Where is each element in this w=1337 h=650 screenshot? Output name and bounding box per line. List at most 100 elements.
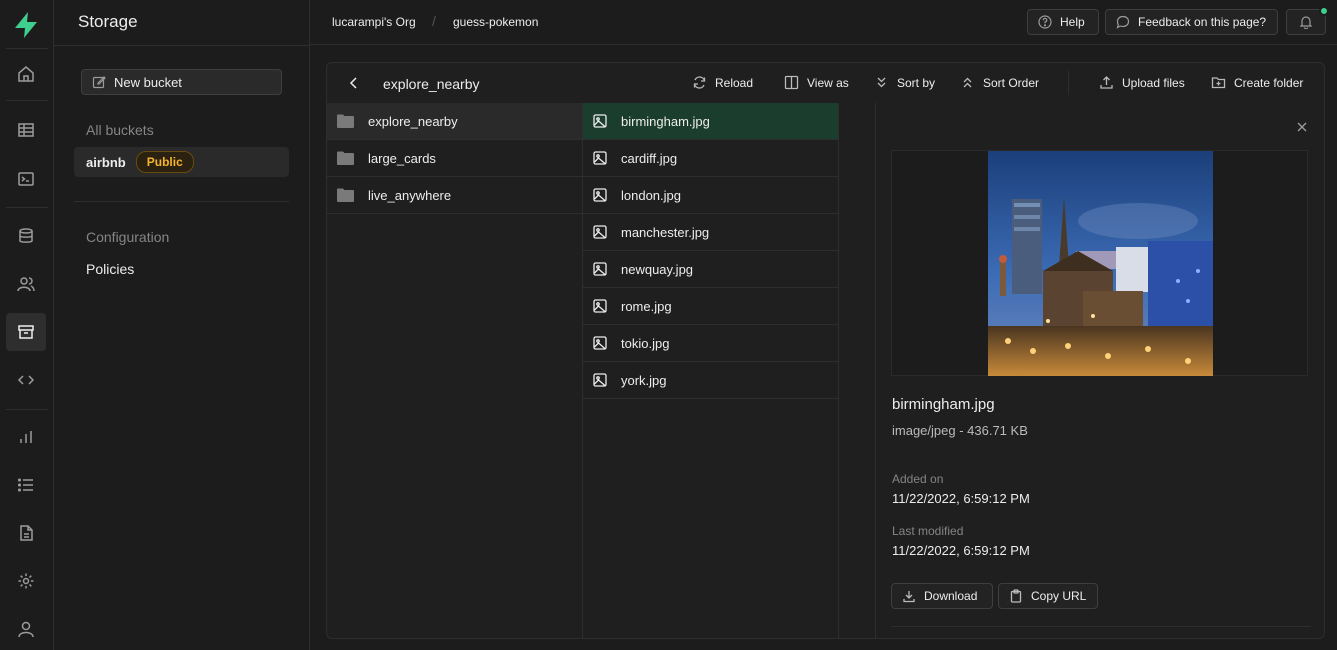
message-icon bbox=[1116, 15, 1130, 29]
create-folder-button[interactable]: Create folder bbox=[1211, 75, 1303, 90]
clipboard-icon bbox=[1009, 589, 1023, 603]
folder-name: live_anywhere bbox=[368, 187, 452, 203]
preview-divider bbox=[891, 626, 1311, 627]
section-title: Storage bbox=[78, 12, 138, 31]
image-file-icon bbox=[593, 336, 607, 350]
file-name: york.jpg bbox=[621, 372, 667, 388]
file-row[interactable]: york.jpg bbox=[583, 362, 838, 399]
notifications-button[interactable] bbox=[1286, 6, 1329, 35]
reports-icon[interactable] bbox=[6, 418, 46, 456]
settings-icon[interactable] bbox=[6, 562, 46, 600]
file-name: london.jpg bbox=[621, 187, 681, 203]
file-row[interactable]: newquay.jpg bbox=[583, 251, 838, 288]
breadcrumb-project[interactable]: guess-pokemon bbox=[453, 15, 538, 29]
home-icon[interactable] bbox=[6, 55, 46, 93]
file-name: tokio.jpg bbox=[621, 335, 670, 351]
sort-by-label: Sort by bbox=[897, 75, 936, 90]
download-button[interactable]: Download bbox=[891, 583, 993, 609]
user-icon[interactable] bbox=[6, 610, 46, 648]
folder-icon bbox=[337, 188, 354, 202]
rail-divider bbox=[6, 100, 48, 101]
storage-icon[interactable] bbox=[6, 313, 46, 351]
sidebar-divider bbox=[74, 201, 289, 202]
columns-icon bbox=[784, 75, 799, 90]
file-row[interactable]: cardiff.jpg bbox=[583, 140, 838, 177]
download-label: Download bbox=[924, 589, 978, 603]
file-row[interactable]: tokio.jpg bbox=[583, 325, 838, 362]
table-icon[interactable] bbox=[6, 111, 46, 149]
current-path: explore_nearby bbox=[383, 76, 480, 92]
bucket-item-airbnb[interactable]: airbnb Public bbox=[74, 147, 289, 177]
sort-by-button[interactable]: Sort by bbox=[874, 75, 935, 90]
file-name: rome.jpg bbox=[621, 298, 672, 314]
preview-file-meta: image/jpeg - 436.71 KB bbox=[892, 423, 1028, 438]
image-file-icon bbox=[593, 151, 607, 165]
folder-name: explore_nearby bbox=[368, 113, 458, 129]
view-as-button[interactable]: View as bbox=[784, 75, 849, 90]
help-label: Help bbox=[1060, 15, 1085, 29]
file-name: cardiff.jpg bbox=[621, 150, 678, 166]
image-file-icon bbox=[593, 188, 607, 202]
feedback-button[interactable]: Feedback on this page? bbox=[1105, 9, 1278, 35]
folder-icon bbox=[337, 114, 354, 128]
folder-column: explore_nearby large_cards live_anywhere bbox=[327, 103, 583, 638]
code-icon[interactable] bbox=[6, 361, 46, 399]
new-bucket-button[interactable]: New bucket bbox=[81, 69, 282, 95]
toolbar-divider bbox=[1068, 71, 1069, 95]
logs-icon[interactable] bbox=[6, 466, 46, 504]
close-icon[interactable] bbox=[1296, 121, 1308, 133]
upload-files-button[interactable]: Upload files bbox=[1099, 75, 1185, 90]
download-icon bbox=[902, 589, 916, 603]
file-column: birmingham.jpg cardiff.jpg london.jpg ma… bbox=[583, 103, 839, 638]
feedback-label: Feedback on this page? bbox=[1138, 15, 1267, 29]
top-header: lucarampi's Org / guess-pokemon Help Fee… bbox=[310, 0, 1337, 45]
file-row[interactable]: rome.jpg bbox=[583, 288, 838, 325]
image-file-icon bbox=[593, 225, 607, 239]
view-as-label: View as bbox=[807, 75, 849, 90]
preview-file-name: birmingham.jpg bbox=[892, 396, 995, 413]
supabase-logo-icon[interactable] bbox=[13, 11, 39, 39]
docs-icon[interactable] bbox=[6, 514, 46, 552]
folder-row[interactable]: live_anywhere bbox=[327, 177, 582, 214]
edit-icon bbox=[92, 75, 106, 89]
file-row[interactable]: manchester.jpg bbox=[583, 214, 838, 251]
storage-sidebar: Storage New bucket All buckets airbnb Pu… bbox=[54, 0, 310, 650]
folder-row[interactable]: large_cards bbox=[327, 140, 582, 177]
last-modified-label: Last modified bbox=[892, 524, 964, 538]
sort-order-button[interactable]: Sort Order bbox=[960, 75, 1039, 90]
users-icon[interactable] bbox=[6, 265, 46, 303]
copy-url-button[interactable]: Copy URL bbox=[998, 583, 1098, 609]
configuration-heading: Configuration bbox=[86, 229, 170, 245]
back-chevron-icon[interactable] bbox=[347, 75, 361, 91]
breadcrumb-org[interactable]: lucarampi's Org bbox=[332, 15, 416, 29]
image-file-icon bbox=[593, 114, 607, 128]
help-icon bbox=[1038, 15, 1052, 29]
file-row[interactable]: birmingham.jpg bbox=[583, 103, 838, 140]
file-name: manchester.jpg bbox=[621, 224, 710, 240]
folder-name: large_cards bbox=[368, 150, 436, 166]
sidebar-header-divider bbox=[54, 45, 310, 46]
database-icon[interactable] bbox=[6, 217, 46, 255]
added-on-label: Added on bbox=[892, 472, 944, 486]
file-name: newquay.jpg bbox=[621, 261, 694, 277]
bucket-name: airbnb bbox=[86, 154, 126, 170]
create-folder-label: Create folder bbox=[1234, 75, 1304, 90]
public-badge: Public bbox=[135, 151, 194, 173]
upload-icon bbox=[1099, 75, 1114, 90]
file-row[interactable]: london.jpg bbox=[583, 177, 838, 214]
image-file-icon bbox=[593, 262, 607, 276]
copy-url-label: Copy URL bbox=[1031, 589, 1087, 603]
terminal-icon[interactable] bbox=[6, 160, 46, 198]
chevrons-up-icon bbox=[960, 75, 975, 90]
breadcrumb-separator: / bbox=[432, 13, 436, 29]
reload-button[interactable]: Reload bbox=[692, 75, 753, 90]
folder-row[interactable]: explore_nearby bbox=[327, 103, 582, 140]
rail-divider bbox=[6, 48, 48, 49]
last-modified-value: 11/22/2022, 6:59:12 PM bbox=[892, 543, 1030, 558]
upload-files-label: Upload files bbox=[1122, 75, 1185, 90]
file-name: birmingham.jpg bbox=[621, 113, 710, 129]
image-preview bbox=[988, 151, 1213, 376]
help-button[interactable]: Help bbox=[1027, 9, 1099, 35]
policies-link[interactable]: Policies bbox=[86, 261, 134, 277]
file-preview-pane: birmingham.jpg image/jpeg - 436.71 KB Ad… bbox=[875, 103, 1324, 638]
